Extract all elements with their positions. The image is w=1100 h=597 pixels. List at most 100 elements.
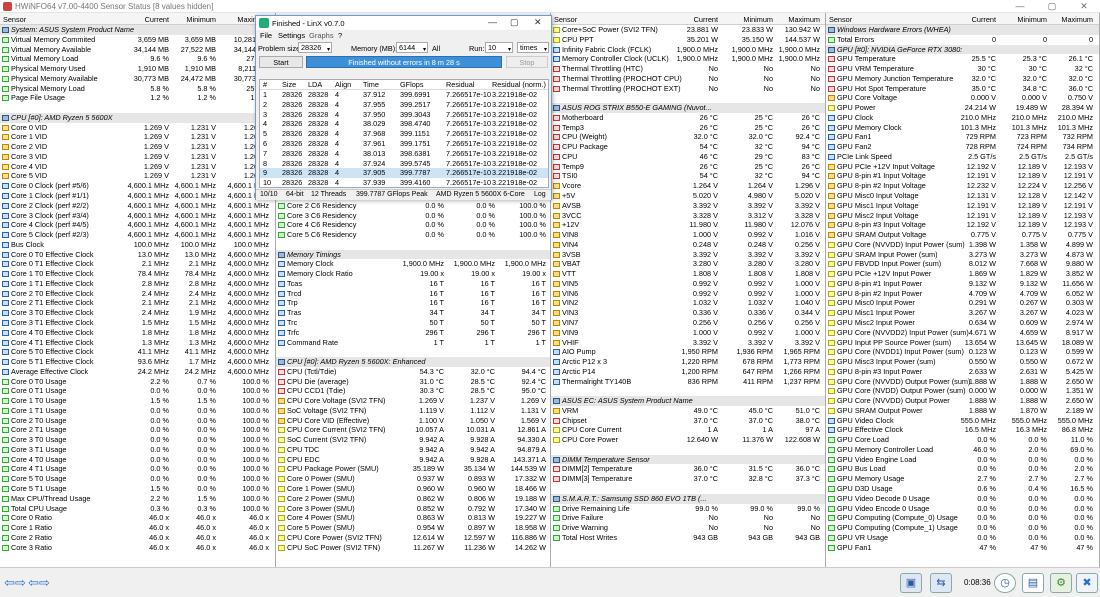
sensor-row[interactable]: CPU Core VID (Effective) 1.100 V 1.050 V 1.…	[276, 416, 550, 426]
sensor-row[interactable]: Core 5 T0 Usage 0.0 % 0.0 % 100.0 %	[0, 474, 275, 484]
sensor-row[interactable]: Core 2 T0 Effective Clock 2.4 MHz 2.4 MHz 4…	[0, 289, 275, 299]
sensor-row[interactable]: Motherboard 26 °C 25 °C 26 °C	[551, 113, 825, 123]
problem-size-input[interactable]: 28326 ▾	[298, 42, 332, 53]
sensor-row[interactable]: GPU SRAM Output Voltage 0.775 V 0.775 V 0.7…	[826, 230, 1099, 240]
sensor-row[interactable]: SoC Voltage (SVI2 TFN) 1.119 V 1.112 V 1.13…	[276, 406, 550, 416]
linx-window[interactable]: Finished - LinX v0.7.0 — ▢ ✕ File Settin…	[255, 15, 552, 200]
sensor-row[interactable]: Core 1 T1 Usage 0.0 % 0.0 % 100.0 %	[0, 406, 275, 416]
sensor-row[interactable]: Core 0 T1 Usage 0.0 % 0.0 % 100.0 %	[0, 386, 275, 396]
sensor-row[interactable]: Core 5 T1 Usage 1.5 % 0.0 % 100.0 %	[0, 484, 275, 494]
sensor-row[interactable]: PCIe Link Speed 2.5 GT/s 2.5 GT/s 2.5 GT/s	[826, 152, 1099, 162]
sensor-row[interactable]: GPU Computing (Compute_0) Usage 0.0 % 0.0 …	[826, 513, 1099, 523]
log-link[interactable]: Log	[534, 191, 546, 198]
sensor-row[interactable]: GPU 8-pin #2 Input Power 4.709 W 4.709 W 6.…	[826, 289, 1099, 299]
sensor-row[interactable]: VIN4 0.248 V 0.248 V 0.256 V	[551, 240, 825, 250]
sensor-row[interactable]: CPU Die (average) 31.0 °C 28.5 °C 92.4 °C	[276, 377, 550, 387]
sensor-row[interactable]: Core 1 VID1.269 V1.231 V1.269 V	[0, 132, 275, 142]
results-column-header[interactable]: Size	[282, 80, 296, 90]
sensor-row[interactable]: Thermalright TY140B 836 RPM 411 RPM 1,237 R…	[551, 377, 825, 387]
sensor-row[interactable]: Thermal Throttling (PROCHOT CPU) No No No	[551, 74, 825, 84]
sensor-row[interactable]: Core 3 Clock (perf #3/4) 4,600.1 MHz 4,600…	[0, 211, 275, 221]
sensor-row[interactable]: GPU Misc2 Input Power 0.634 W 0.609 W 2.974…	[826, 318, 1099, 328]
sensor-row[interactable]: Vcore 1.264 V 1.264 V 1.296 V	[551, 181, 825, 191]
sensor-row[interactable]: GPU Core Load 0.0 % 0.0 % 11.0 %	[826, 435, 1099, 445]
sensor-row[interactable]: GPU Fan1 47 % 47 % 47 %	[826, 543, 1099, 553]
sensor-row[interactable]: DIMM[2] Temperature 36.0 °C 31.5 °C 36.0 °C	[551, 464, 825, 474]
sensor-row[interactable]: Drive Remaining Life 99.0 % 99.0 % 99.0 %	[551, 504, 825, 514]
sensor-row[interactable]: VIN7 0.256 V 0.256 V 0.256 V	[551, 318, 825, 328]
sensor-row[interactable]: CPU Package Power (SMU) 35.189 W 35.134 W 1…	[276, 464, 550, 474]
results-column-header[interactable]: GFlops	[400, 80, 424, 90]
sensor-group-header[interactable]: GPU [#0]: NVIDIA GeForce RTX 3080:	[826, 44, 1099, 55]
sensor-row[interactable]: TSI0 54 °C 32 °C 94 °C	[551, 171, 825, 181]
sensor-group-header[interactable]: CPU [#0]: AMD Ryzen 5 5600X	[0, 112, 275, 123]
sensor-row[interactable]: GPU Computing (Compute_1) Usage 0.0 % 0.0 …	[826, 523, 1099, 533]
sensor-row[interactable]: Core 0 T0 Usage 2.2 % 0.7 % 100.0 %	[0, 377, 275, 387]
sensor-row[interactable]: Core 3 T0 Usage 0.0 % 0.0 % 100.0 %	[0, 435, 275, 445]
sensor-row[interactable]: Core 1 Ratio 46.0 x 46.0 x 46.0 x	[0, 523, 275, 533]
sensor-row[interactable]: VBAT 3.280 V 3.280 V 3.280 V	[551, 259, 825, 269]
results-row[interactable]: 5 28326 28328 4 37.968 399.1151 7.266517e-10 3.…	[260, 129, 548, 139]
sensor-row[interactable]: Core 5 Clock (perf #2/3) 4,600.1 MHz 4,600…	[0, 230, 275, 240]
results-column-header[interactable]: #	[263, 80, 267, 90]
header-maximum[interactable]: Maximum	[1061, 15, 1093, 24]
sensor-row[interactable]: Infinity Fabric Clock (FCLK) 1,900.0 MHz 1…	[551, 45, 825, 55]
header-current[interactable]: Current	[694, 15, 718, 24]
sensor-row[interactable]: Tcas 16 T 16 T 16 T	[276, 279, 550, 289]
sensor-row[interactable]: GPU SRAM Output Power 1.888 W 1.870 W 2.189…	[826, 406, 1099, 416]
sensor-row[interactable]: GPU VR Usage 0.0 % 0.0 % 0.0 %	[826, 533, 1099, 543]
sensor-row[interactable]: Bus Clock 100.0 MHz 100.0 MHz 100.0 MHz	[0, 240, 275, 250]
sensor-row[interactable]: Average Effective Clock 24.2 MHz 24.2 MHz 4…	[0, 367, 275, 377]
sensor-row[interactable]: Core 1 Power (SMU) 0.960 W 0.960 W 18.466 W	[276, 484, 550, 494]
results-table[interactable]: # Size LDA Align Time GFlops Residual Residual …	[259, 79, 549, 188]
sensor-row[interactable]: Core 3 VID1.269 V1.231 V1.269 V	[0, 152, 275, 162]
sensor-row[interactable]: Physical Memory Available 30,773 MB 24,472…	[0, 74, 275, 84]
sensor-row[interactable]: GPU PCIe +12V Input Power 1.869 W 1.829 W 3…	[826, 269, 1099, 279]
sensor-row[interactable]: Trc 50 T 50 T 50 T	[276, 318, 550, 328]
sensor-row[interactable]: GPU Misc1 Input Power 3.267 W 3.267 W 4.023…	[826, 308, 1099, 318]
sensor-row[interactable]: Core 0 Clock (perf #5/6) 4,600.1 MHz 4,600…	[0, 181, 275, 191]
sensor-row[interactable]: Thermal Throttling (HTC) No No No	[551, 64, 825, 74]
sensor-row[interactable]: Core 0 Power (SMU) 0.937 W 0.893 W 17.332 W	[276, 474, 550, 484]
sensor-row[interactable]: GPU Temperature 25.5 °C 25.3 °C 26.1 °C	[826, 54, 1099, 64]
sensor-row[interactable]: CPU (Weight) 32.0 °C 32.0 °C 92.4 °C	[551, 132, 825, 142]
sensor-row[interactable]: GPU Video Encode 0 Usage 0.0 % 0.0 % 0.0 %	[826, 504, 1099, 514]
sensor-row[interactable]: Total CPU Usage 0.3 % 0.3 % 100.0 %	[0, 504, 275, 514]
menu-settings[interactable]: Settings	[278, 31, 305, 40]
sensor-group-header[interactable]: Windows Hardware Errors (WHEA)	[826, 25, 1099, 35]
sensor-row[interactable]: CPU (Tctl/Tdie) 54.3 °C 32.0 °C 94.4 °C	[276, 367, 550, 377]
network-icon[interactable]: ▣	[900, 573, 922, 593]
sensor-row[interactable]: GPU 8-pin #3 Input Power 2.633 W 2.631 W 5.…	[826, 367, 1099, 377]
sensor-row[interactable]: Memory Clock Ratio 19.00 x 19.00 x 19.00 x	[276, 269, 550, 279]
sensor-row[interactable]: CPU CCD1 (Tdie) 30.3 °C 28.5 °C 95.0 °C	[276, 386, 550, 396]
sensor-row[interactable]: Command Rate 1 T 1 T 1 T	[276, 338, 550, 348]
header-current[interactable]: Current	[145, 15, 169, 24]
maximize-button[interactable]: ▢	[1036, 0, 1068, 12]
sensor-row[interactable]: Core 0 T1 Effective Clock 2.1 MHz 2.1 MHz 4…	[0, 259, 275, 269]
results-row[interactable]: 9 28326 28328 4 37.905 399.7787 7.266517e-10 3.…	[260, 168, 548, 179]
sensor-row[interactable]: CPU 46 °C 29 °C 83 °C	[551, 152, 825, 162]
sensor-row[interactable]: Page File Usage1.2 %1.2 %1.2 %	[0, 93, 275, 103]
sensor-row[interactable]: Drive Failure No No No	[551, 513, 825, 523]
clock-icon[interactable]: ◷	[994, 573, 1016, 593]
sensor-column-4[interactable]: Sensor Current Minimum Maximum Windows Hardw…	[826, 13, 1100, 567]
results-row[interactable]: 6 28326 28328 4 37.961 399.1751 7.266517e-10 3.…	[260, 139, 548, 149]
sensor-row[interactable]: Core 5 Power (SMU) 0.954 W 0.897 W 18.958 W	[276, 523, 550, 533]
sensor-row[interactable]: CPU EDC 9.942 A 9.928 A 143.371 A	[276, 455, 550, 465]
sensor-row[interactable]: CPU Core Power (SVI2 TFN) 12.614 W 12.597 …	[276, 533, 550, 543]
run-unit-select[interactable]: times ▾	[517, 42, 549, 53]
sensor-row[interactable]: CPU Package 54 °C 32 °C 94 °C	[551, 142, 825, 152]
results-row[interactable]: 7 28326 28328 4 38.013 398.6381 7.266517e-10 3.…	[260, 149, 548, 159]
results-column-header[interactable]: Time	[363, 80, 379, 90]
linx-close-button[interactable]: ✕	[534, 17, 542, 28]
sensor-row[interactable]: Core 2 C6 Residency 0.0 % 0.0 % 100.0 %	[276, 201, 550, 211]
sensor-row[interactable]: GPU Effective Clock 16.5 MHz 16.3 MHz 86.8 …	[826, 425, 1099, 435]
sensor-row[interactable]: Memory Controller Clock (UCLK) 1,900.0 MH…	[551, 54, 825, 64]
sensor-row[interactable]: Core 3 C6 Residency 0.0 % 0.0 % 100.0 %	[276, 211, 550, 221]
sensor-row[interactable]: Core 1 T1 Effective Clock 2.8 MHz 2.8 MHz 4…	[0, 279, 275, 289]
sensor-row[interactable]: Core 2 Power (SMU) 0.862 W 0.806 W 19.188 W	[276, 494, 550, 504]
sensor-row[interactable]: Core 1 T0 Effective Clock 78.4 MHz 78.4 MH…	[0, 269, 275, 279]
sensor-row[interactable]: VHIF 3.392 V 3.392 V 3.392 V	[551, 338, 825, 348]
sensor-row[interactable]: Core 2 T0 Usage 0.0 % 0.0 % 100.0 %	[0, 416, 275, 426]
sensor-row[interactable]: GPU Bus Load 0.0 % 0.0 % 2.0 %	[826, 464, 1099, 474]
